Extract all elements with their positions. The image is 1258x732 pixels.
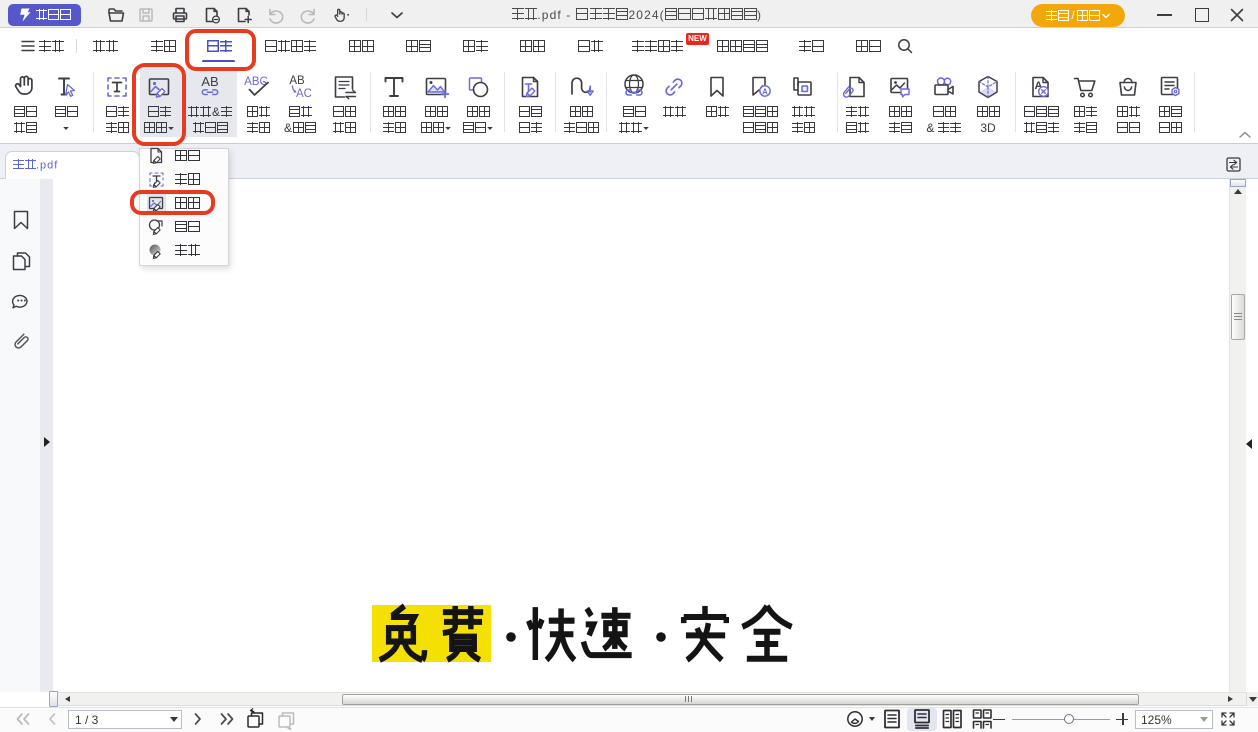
svg-text:AB: AB [201,74,218,89]
svg-text:AB: AB [289,75,305,87]
svg-text:A: A [762,88,768,97]
svg-text:AC: AC [296,88,312,100]
